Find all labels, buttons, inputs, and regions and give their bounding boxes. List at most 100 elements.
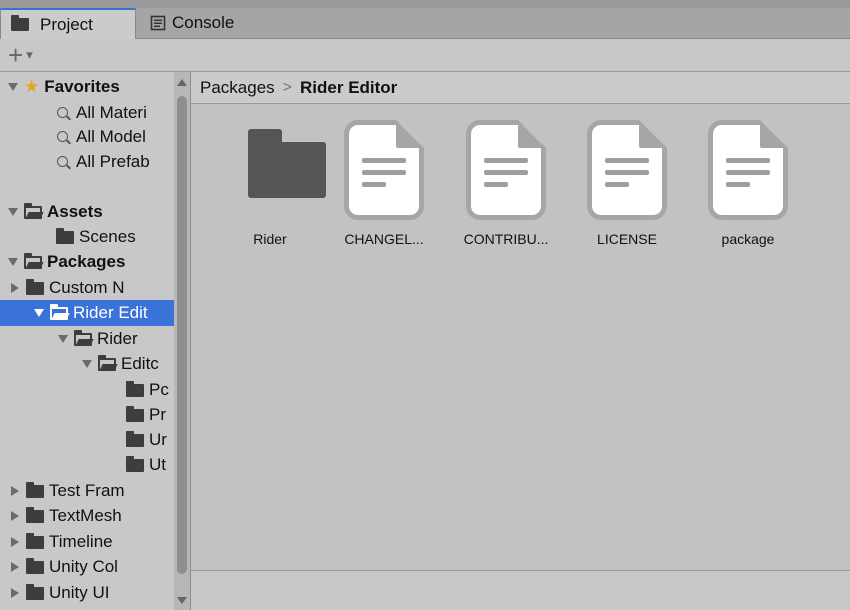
tree-item-textmesh-pro[interactable]: TextMesh [0,503,184,529]
asset-thumbnail [230,120,326,220]
document-icon [344,120,424,220]
breadcrumb-current[interactable]: Rider Editor [300,78,397,98]
tree-item-label: All Model [76,127,146,146]
asset-item-license[interactable]: LICENSE [570,120,680,250]
folder-icon [11,15,29,31]
tree-item-unity-ui[interactable]: Unity UI [0,580,184,606]
tree-item-editor-child-3[interactable]: Ur [0,427,190,453]
asset-item-rider-folder[interactable]: Rider [213,120,326,250]
search-icon [56,155,71,170]
asset-item-contributing[interactable]: CONTRIBU... [449,120,559,250]
scroll-down-arrow-icon[interactable] [177,597,187,604]
tree-item-label: Custom N [49,278,125,297]
expand-arrow-icon[interactable] [58,335,68,343]
asset-label: package [721,231,775,247]
asset-item-package[interactable]: package [691,120,801,250]
project-toolbar: + ▾ [0,39,850,72]
tree-item-label: TextMesh [49,506,122,525]
collapse-arrow-icon[interactable] [11,588,19,598]
document-icon [708,120,788,220]
tab-bar: Project Console [0,8,850,39]
tree-item-label: Rider [97,329,138,348]
breadcrumb: Packages > Rider Editor [191,72,850,104]
collapse-arrow-icon[interactable] [11,283,19,293]
open-folder-icon [24,252,42,269]
tree-item-label: Scenes [79,227,136,246]
project-window: Project Console + ▾ ★ Favorites All Mate… [0,0,850,610]
folder-tree-pane: ★ Favorites All Materi All Model All Pre… [0,72,191,610]
tree-item-label: Pr [149,405,166,424]
tree-item-editor-child-1[interactable]: Pc [0,377,190,403]
expand-arrow-icon[interactable] [8,83,18,91]
tree-item-packages[interactable]: Packages [0,249,182,275]
expand-arrow-icon[interactable] [8,208,18,216]
tree-item-label: All Prefab [76,152,150,171]
tree-item-editor[interactable]: Editc [0,351,190,377]
tab-project-label: Project [40,14,93,34]
tab-console[interactable]: Console [140,8,244,38]
asset-label: CHANGEL... [344,231,424,247]
tree-item-test-framework[interactable]: Test Fram [0,478,184,504]
tree-item-rider[interactable]: Rider [0,326,190,352]
folder-icon [126,405,144,422]
tab-console-label: Console [172,13,235,32]
tree-item-label: Ur [149,430,167,449]
tree-item-label: All Materi [76,103,147,122]
open-folder-icon [74,329,92,346]
collapse-arrow-icon[interactable] [11,511,19,521]
tree-item-scenes[interactable]: Scenes [0,224,190,250]
tree-item-unity-collaborate[interactable]: Unity Col [0,554,184,580]
tree-item-label: Ut [149,455,166,474]
expand-arrow-icon[interactable] [82,360,92,368]
plus-icon: + [8,40,24,70]
folder-icon [26,557,44,574]
breadcrumb-packages[interactable]: Packages [200,78,275,98]
open-folder-icon [98,354,116,371]
search-icon [56,130,71,145]
tree-item-all-prefabs[interactable]: All Prefab [0,149,190,175]
collapse-arrow-icon[interactable] [11,486,19,496]
asset-item-changelog[interactable]: CHANGEL... [327,120,437,250]
folder-icon [26,278,44,295]
tree-item-rider-editor[interactable]: Rider Edit [0,300,190,326]
tree-item-label: Timeline [49,532,113,551]
folder-icon [26,583,44,600]
tree-scrollbar[interactable] [174,72,190,610]
open-folder-icon [24,202,42,219]
asset-grid: Rider CHANGEL... CONTRIBU... LICENSE pac… [191,105,850,570]
folder-icon [126,380,144,397]
tree-item-editor-child-2[interactable]: Pr [0,402,190,428]
folder-icon [26,506,44,523]
expand-arrow-icon[interactable] [8,258,18,266]
tree-item-all-materials[interactable]: All Materi [0,100,190,126]
tree-item-favorites[interactable]: ★ Favorites [0,74,182,100]
star-icon: ★ [24,77,40,96]
folder-icon [26,481,44,498]
tree-item-label: Editc [121,354,159,373]
console-icon [150,15,166,31]
status-bar [191,570,850,610]
asset-browser-pane: Packages > Rider Editor Rider CHANGEL... [191,72,850,610]
document-icon [466,120,546,220]
expand-arrow-icon[interactable] [34,309,44,317]
tree-item-custom-nunit[interactable]: Custom N [0,275,184,301]
tree-item-label: Assets [47,202,103,221]
tree-item-label: Test Fram [49,481,125,500]
folder-icon [26,532,44,549]
scroll-up-arrow-icon[interactable] [177,79,187,86]
tree-item-label: Packages [47,252,126,271]
search-icon [56,106,71,121]
tree-item-editor-child-4[interactable]: Ut [0,452,190,478]
create-menu-button[interactable]: + ▾ [8,42,52,68]
tree-item-label: Pc [149,380,169,399]
tab-project[interactable]: Project [0,8,136,39]
collapse-arrow-icon[interactable] [11,537,19,547]
collapse-arrow-icon[interactable] [11,562,19,572]
document-icon [587,120,667,220]
tree-item-timeline[interactable]: Timeline [0,529,184,555]
scrollbar-thumb[interactable] [177,96,187,574]
folder-icon [126,455,144,472]
tree-item-assets[interactable]: Assets [0,199,182,225]
tree-item-all-models[interactable]: All Model [0,124,190,150]
folder-icon [56,227,74,244]
